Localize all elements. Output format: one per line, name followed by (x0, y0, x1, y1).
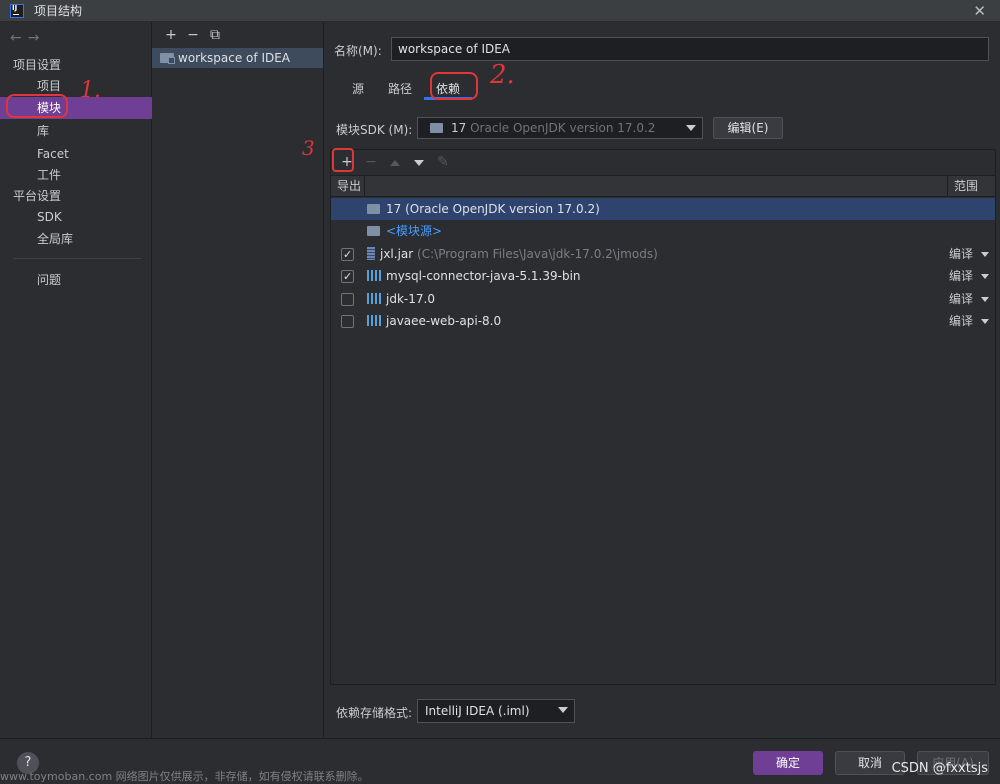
sdk-folder-icon (367, 204, 380, 214)
column-header-export[interactable]: 导出 (337, 176, 365, 196)
sidebar-item-sdk[interactable]: SDK (37, 206, 62, 228)
tab-paths[interactable]: 路径 (376, 78, 424, 100)
sdk-folder-icon (430, 123, 443, 133)
move-up-icon[interactable] (383, 154, 407, 170)
scope-value[interactable]: 编译 (949, 243, 973, 265)
sidebar-group-platform-settings: 平台设置 (13, 189, 62, 203)
export-checkbox[interactable] (341, 293, 354, 306)
scope-value[interactable]: 编译 (949, 288, 973, 310)
edit-sdk-button[interactable]: 编辑(E) (713, 117, 783, 139)
annotation-box-add (332, 148, 354, 172)
sidebar-item-libraries[interactable]: 库 (37, 120, 49, 142)
sidebar-item-artifacts[interactable]: 工件 (37, 164, 61, 186)
chevron-down-icon[interactable] (981, 274, 989, 279)
table-row[interactable]: jxl.jar (C:\Program Files\Java\jdk-17.0.… (331, 243, 995, 266)
edit-dependency-icon[interactable]: ✎ (431, 154, 455, 170)
dependency-path: (C:\Program Files\Java\jdk-17.0.2\jmods) (417, 247, 658, 261)
dependency-label: <模块源> (386, 224, 443, 238)
storage-format-dropdown[interactable]: IntelliJ IDEA (.iml) (417, 699, 575, 723)
annotation-step-2: 2. (490, 60, 515, 90)
dependency-label: jxl.jar (380, 247, 414, 261)
dependency-label: 17 (Oracle OpenJDK version 17.0.2) (386, 202, 600, 216)
module-sdk-label: 模块SDK (M): (336, 123, 413, 137)
back-arrow-icon[interactable]: ← (10, 30, 28, 46)
module-folder-icon (160, 53, 175, 64)
scope-value[interactable]: 编译 (949, 265, 973, 287)
dependency-label: jdk-17.0 (386, 292, 435, 306)
add-module-icon[interactable]: + (160, 27, 182, 43)
table-row[interactable]: 17 (Oracle OpenJDK version 17.0.2) (331, 198, 995, 220)
export-checkbox[interactable] (341, 315, 354, 328)
sidebar-item-facet[interactable]: Facet (37, 143, 69, 165)
annotation-circle-dependencies (430, 72, 478, 100)
chevron-down-icon[interactable] (981, 297, 989, 302)
window-title: 项目结构 (34, 4, 83, 18)
module-name-label: 名称(M): (334, 44, 382, 58)
export-checkbox[interactable] (341, 244, 354, 266)
module-item-label: workspace of IDEA (178, 51, 291, 65)
sidebar-item-global-libraries[interactable]: 全局库 (37, 228, 73, 250)
table-row[interactable]: jdk-17.0 编译 (331, 288, 995, 310)
forward-arrow-icon[interactable]: → (28, 30, 46, 46)
table-row[interactable]: mysql-connector-java-5.1.39-bin 编译 (331, 265, 995, 288)
dependency-name: javaee-web-api-8.0 (367, 310, 501, 332)
sdk-version: 17 (451, 121, 467, 135)
storage-format-value: IntelliJ IDEA (.iml) (425, 704, 530, 718)
source-folder-icon (367, 226, 380, 236)
chevron-down-icon (558, 707, 568, 713)
scope-value[interactable]: 编译 (949, 310, 973, 332)
move-down-icon[interactable] (407, 154, 431, 170)
settings-sidebar: ←→ 项目设置 项目 模块 库 Facet 工件 平台设置 SDK 全局库 问题 (0, 22, 152, 738)
intellij-app-icon (10, 3, 24, 18)
ok-button[interactable]: 确定 (753, 751, 823, 775)
sidebar-group-project-settings: 项目设置 (13, 58, 62, 72)
module-settings-panel: 名称(M): workspace of IDEA 源 路径 依赖 模块SDK (… (324, 22, 1000, 738)
dependencies-toolbar: + − ✎ (331, 150, 995, 174)
chevron-down-icon[interactable] (981, 252, 989, 257)
dependency-name: jxl.jar (C:\Program Files\Java\jdk-17.0.… (367, 243, 658, 265)
close-icon[interactable]: ✕ (973, 2, 986, 20)
dependency-name: jdk-17.0 (367, 288, 435, 310)
export-checkbox[interactable] (341, 266, 354, 288)
watermark-text: www.toymoban.com 网络图片仅供展示，非存储，如有侵权请联系删除。 (0, 770, 369, 783)
history-nav: ←→ (10, 30, 45, 46)
dependencies-table-header: 导出 范围 (331, 175, 995, 197)
module-item-workspace[interactable]: workspace of IDEA (152, 48, 323, 68)
dependency-name: <模块源> (367, 220, 442, 242)
sidebar-divider (13, 258, 141, 259)
dependencies-table-panel: + − ✎ 导出 范围 17 (Oracle OpenJDK version 1… (330, 149, 996, 685)
dependency-label: mysql-connector-java-5.1.39-bin (386, 269, 581, 283)
library-icon (367, 315, 381, 326)
dialog-footer: ? www.toymoban.com 网络图片仅供展示，非存储，如有侵权请联系删… (0, 738, 1000, 784)
remove-dependency-icon[interactable]: − (359, 154, 383, 170)
column-header-scope[interactable]: 范围 (947, 176, 995, 196)
annotation-step-1: 1. (80, 78, 101, 103)
table-row[interactable]: javaee-web-api-8.0 编译 (331, 310, 995, 332)
sidebar-item-problems[interactable]: 问题 (37, 269, 61, 291)
sdk-detail: Oracle OpenJDK version 17.0.2 (470, 121, 656, 135)
modules-list-panel: + − ⧉ workspace of IDEA (152, 22, 324, 738)
chevron-down-icon[interactable] (981, 319, 989, 324)
library-icon (367, 270, 381, 281)
dependency-name: mysql-connector-java-5.1.39-bin (367, 265, 581, 287)
annotation-step-3: 3 (302, 136, 315, 160)
jar-icon (367, 247, 375, 260)
copy-module-icon[interactable]: ⧉ (204, 27, 226, 43)
modules-toolbar: + − ⧉ (160, 27, 226, 43)
storage-format-label: 依赖存储格式: (336, 706, 413, 720)
library-icon (367, 293, 381, 304)
table-row[interactable]: <模块源> (331, 220, 995, 242)
annotation-circle-modules (6, 94, 68, 118)
module-name-input[interactable]: workspace of IDEA (391, 37, 989, 61)
csdn-watermark: CSDN @fxxtsjs (891, 761, 988, 776)
dependency-label: javaee-web-api-8.0 (386, 314, 502, 328)
dependency-name: 17 (Oracle OpenJDK version 17.0.2) (367, 198, 600, 220)
title-bar: 项目结构 ✕ (0, 0, 1000, 22)
chevron-down-icon (686, 125, 696, 131)
tab-sources[interactable]: 源 (340, 78, 376, 100)
module-sdk-dropdown[interactable]: 17 Oracle OpenJDK version 17.0.2 (417, 117, 703, 139)
remove-module-icon[interactable]: − (182, 27, 204, 43)
